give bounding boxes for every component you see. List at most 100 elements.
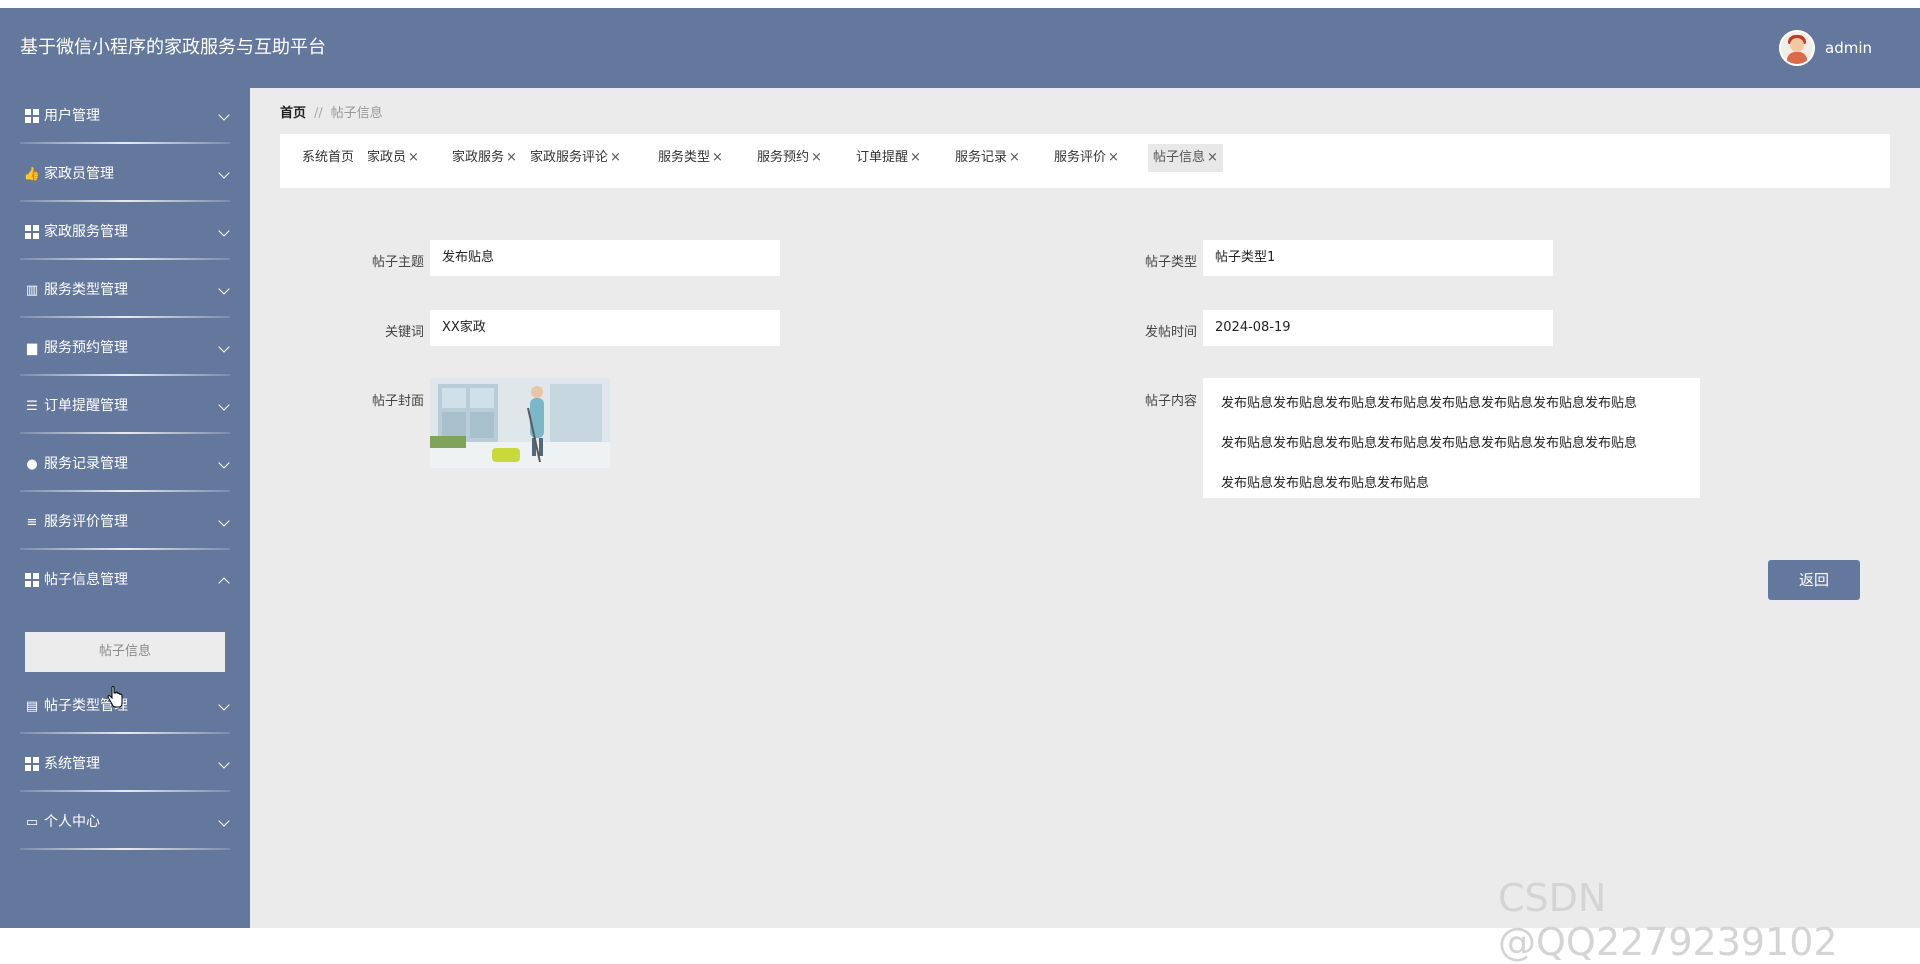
chevron-down-icon [218, 815, 230, 827]
post-time-field[interactable]: 2024-08-19 [1203, 310, 1553, 346]
tab-service-booking[interactable]: 服务预约 × [752, 144, 827, 172]
lightbulb-icon: ● [26, 456, 38, 472]
tab-service-record[interactable]: 服务记录 × [950, 144, 1025, 172]
divider [20, 142, 230, 144]
sidebar-item-system-management[interactable]: 系统管理 [0, 736, 250, 792]
sidebar-item-booking-management[interactable]: ▆ 服务预约管理 [0, 320, 250, 376]
sidebar-item-order-reminder-management[interactable]: ☰ 订单提醒管理 [0, 378, 250, 434]
tab-bar: 系统首页 家政员 × 家政服务 × 家政服务评论 × 服务类型 × 服务预约 × 订单提醒… [280, 134, 1890, 188]
watermark: CSDN @QQ2279239102 [1498, 876, 1838, 964]
clipboard-icon: ▤ [25, 698, 39, 714]
tab-housekeeper[interactable]: 家政员 × [362, 144, 424, 172]
top-bar: 基于微信小程序的家政服务与互助平台 admin [0, 8, 1920, 88]
type-field[interactable]: 帖子类型1 [1203, 240, 1553, 276]
close-icon[interactable]: × [1207, 150, 1218, 165]
breadcrumb: 首页 // 帖子信息 [280, 102, 383, 121]
cover-label: 帖子封面 [371, 394, 424, 409]
sidebar-item-label: 服务记录管理 [44, 456, 128, 472]
close-icon[interactable]: × [408, 150, 419, 165]
divider [20, 848, 230, 850]
sidebar-item-label: 服务评价管理 [44, 514, 128, 530]
sidebar-item-post-type-management[interactable]: ▤ 帖子类型管理 [0, 678, 250, 734]
tab-post-info[interactable]: 帖子信息 × [1148, 144, 1223, 172]
content-field[interactable]: 发布贴息发布贴息发布贴息发布贴息发布贴息发布贴息发布贴息发布贴息 发布贴息发布贴… [1203, 378, 1700, 498]
sidebar: 用户管理 👍 家政员管理 家政服务管理 ▥ 服务类型管理 ▆ 服务预约管理 ☰ … [0, 88, 250, 928]
chevron-down-icon [218, 399, 230, 411]
chevron-down-icon [218, 457, 230, 469]
chevron-down-icon [218, 341, 230, 353]
divider [20, 200, 230, 202]
sliders-icon: ☰ [26, 398, 38, 414]
user-name[interactable]: admin [1825, 39, 1872, 57]
close-icon[interactable]: × [811, 150, 822, 165]
chevron-down-icon [218, 757, 230, 769]
chevron-down-icon [218, 699, 230, 711]
tab-housekeeping-service[interactable]: 家政服务 × [447, 144, 522, 172]
content-line: 发布贴息发布贴息发布贴息发布贴息发布贴息发布贴息发布贴息发布贴息 [1221, 396, 1638, 411]
sidebar-item-service-record-management[interactable]: ● 服务记录管理 [0, 436, 250, 492]
close-icon[interactable]: × [712, 150, 723, 165]
content-line: 发布贴息发布贴息发布贴息发布贴息 [1221, 476, 1430, 491]
sidebar-item-review-management[interactable]: ≡ 服务评价管理 [0, 494, 250, 550]
hand-cursor-icon [107, 686, 123, 708]
sidebar-item-service-type-management[interactable]: ▥ 服务类型管理 [0, 262, 250, 318]
tab-service-type[interactable]: 服务类型 × [653, 144, 728, 172]
content-line: 发布贴息发布贴息发布贴息发布贴息发布贴息发布贴息发布贴息发布贴息 [1221, 436, 1638, 451]
chevron-down-icon [218, 515, 230, 527]
chevron-down-icon [218, 109, 230, 121]
user-menu[interactable]: admin [1779, 30, 1872, 66]
post-time-label: 发帖时间 [1144, 325, 1197, 340]
list-icon: ≡ [26, 514, 38, 530]
chevron-down-icon [218, 283, 230, 295]
breadcrumb-separator: // [314, 106, 323, 121]
grid-icon [25, 573, 39, 587]
sidebar-item-personal-center[interactable]: ▭ 个人中心 [0, 794, 250, 850]
divider [20, 548, 230, 550]
keyword-label: 关键词 [384, 325, 424, 340]
divider [20, 790, 230, 792]
tab-service-comment[interactable]: 家政服务评论 × [525, 144, 626, 172]
tab-order-reminder[interactable]: 订单提醒 × [851, 144, 926, 172]
subject-label: 帖子主题 [371, 255, 424, 270]
tab-service-review[interactable]: 服务评价 × [1049, 144, 1124, 172]
sidebar-item-post-management[interactable]: 帖子信息管理 [0, 552, 250, 608]
sidebar-item-label: 家政员管理 [44, 166, 114, 182]
divider [20, 374, 230, 376]
close-icon[interactable]: × [506, 150, 517, 165]
divider [20, 490, 230, 492]
grid-icon [25, 109, 39, 123]
grid-icon [25, 225, 39, 239]
chevron-down-icon [218, 167, 230, 179]
sidebar-item-label: 服务预约管理 [44, 340, 128, 356]
tab-home[interactable]: 系统首页 [297, 144, 359, 172]
books-icon: ▥ [25, 282, 39, 298]
divider [20, 316, 230, 318]
back-button[interactable]: 返回 [1768, 560, 1860, 600]
avatar[interactable] [1779, 30, 1815, 66]
sidebar-item-label: 用户管理 [44, 108, 100, 124]
sidebar-item-label: 家政服务管理 [44, 224, 128, 240]
close-icon[interactable]: × [1108, 150, 1119, 165]
close-icon[interactable]: × [610, 150, 621, 165]
sidebar-subitem-post-info[interactable]: 帖子信息 [25, 632, 225, 672]
divider [20, 732, 230, 734]
window-icon: ▭ [25, 814, 39, 830]
sidebar-item-user-management[interactable]: 用户管理 [0, 88, 250, 144]
content-label: 帖子内容 [1144, 394, 1197, 409]
close-icon[interactable]: × [1009, 150, 1020, 165]
subject-field[interactable]: 发布贴息 [430, 240, 780, 276]
breadcrumb-home[interactable]: 首页 [280, 106, 306, 121]
divider [20, 258, 230, 260]
grid-icon [25, 757, 39, 771]
keyword-field[interactable]: XX家政 [430, 310, 780, 346]
close-icon[interactable]: × [910, 150, 921, 165]
chevron-up-icon [218, 577, 230, 589]
sidebar-item-label: 系统管理 [44, 756, 100, 772]
cover-image[interactable] [430, 378, 610, 468]
thumbs-up-icon: 👍 [23, 166, 41, 182]
sidebar-item-label: 服务类型管理 [44, 282, 128, 298]
sidebar-item-label: 帖子信息管理 [44, 572, 128, 588]
sidebar-item-housekeeper-management[interactable]: 👍 家政员管理 [0, 146, 250, 202]
sidebar-item-service-management[interactable]: 家政服务管理 [0, 204, 250, 260]
sidebar-item-label: 个人中心 [44, 814, 100, 830]
